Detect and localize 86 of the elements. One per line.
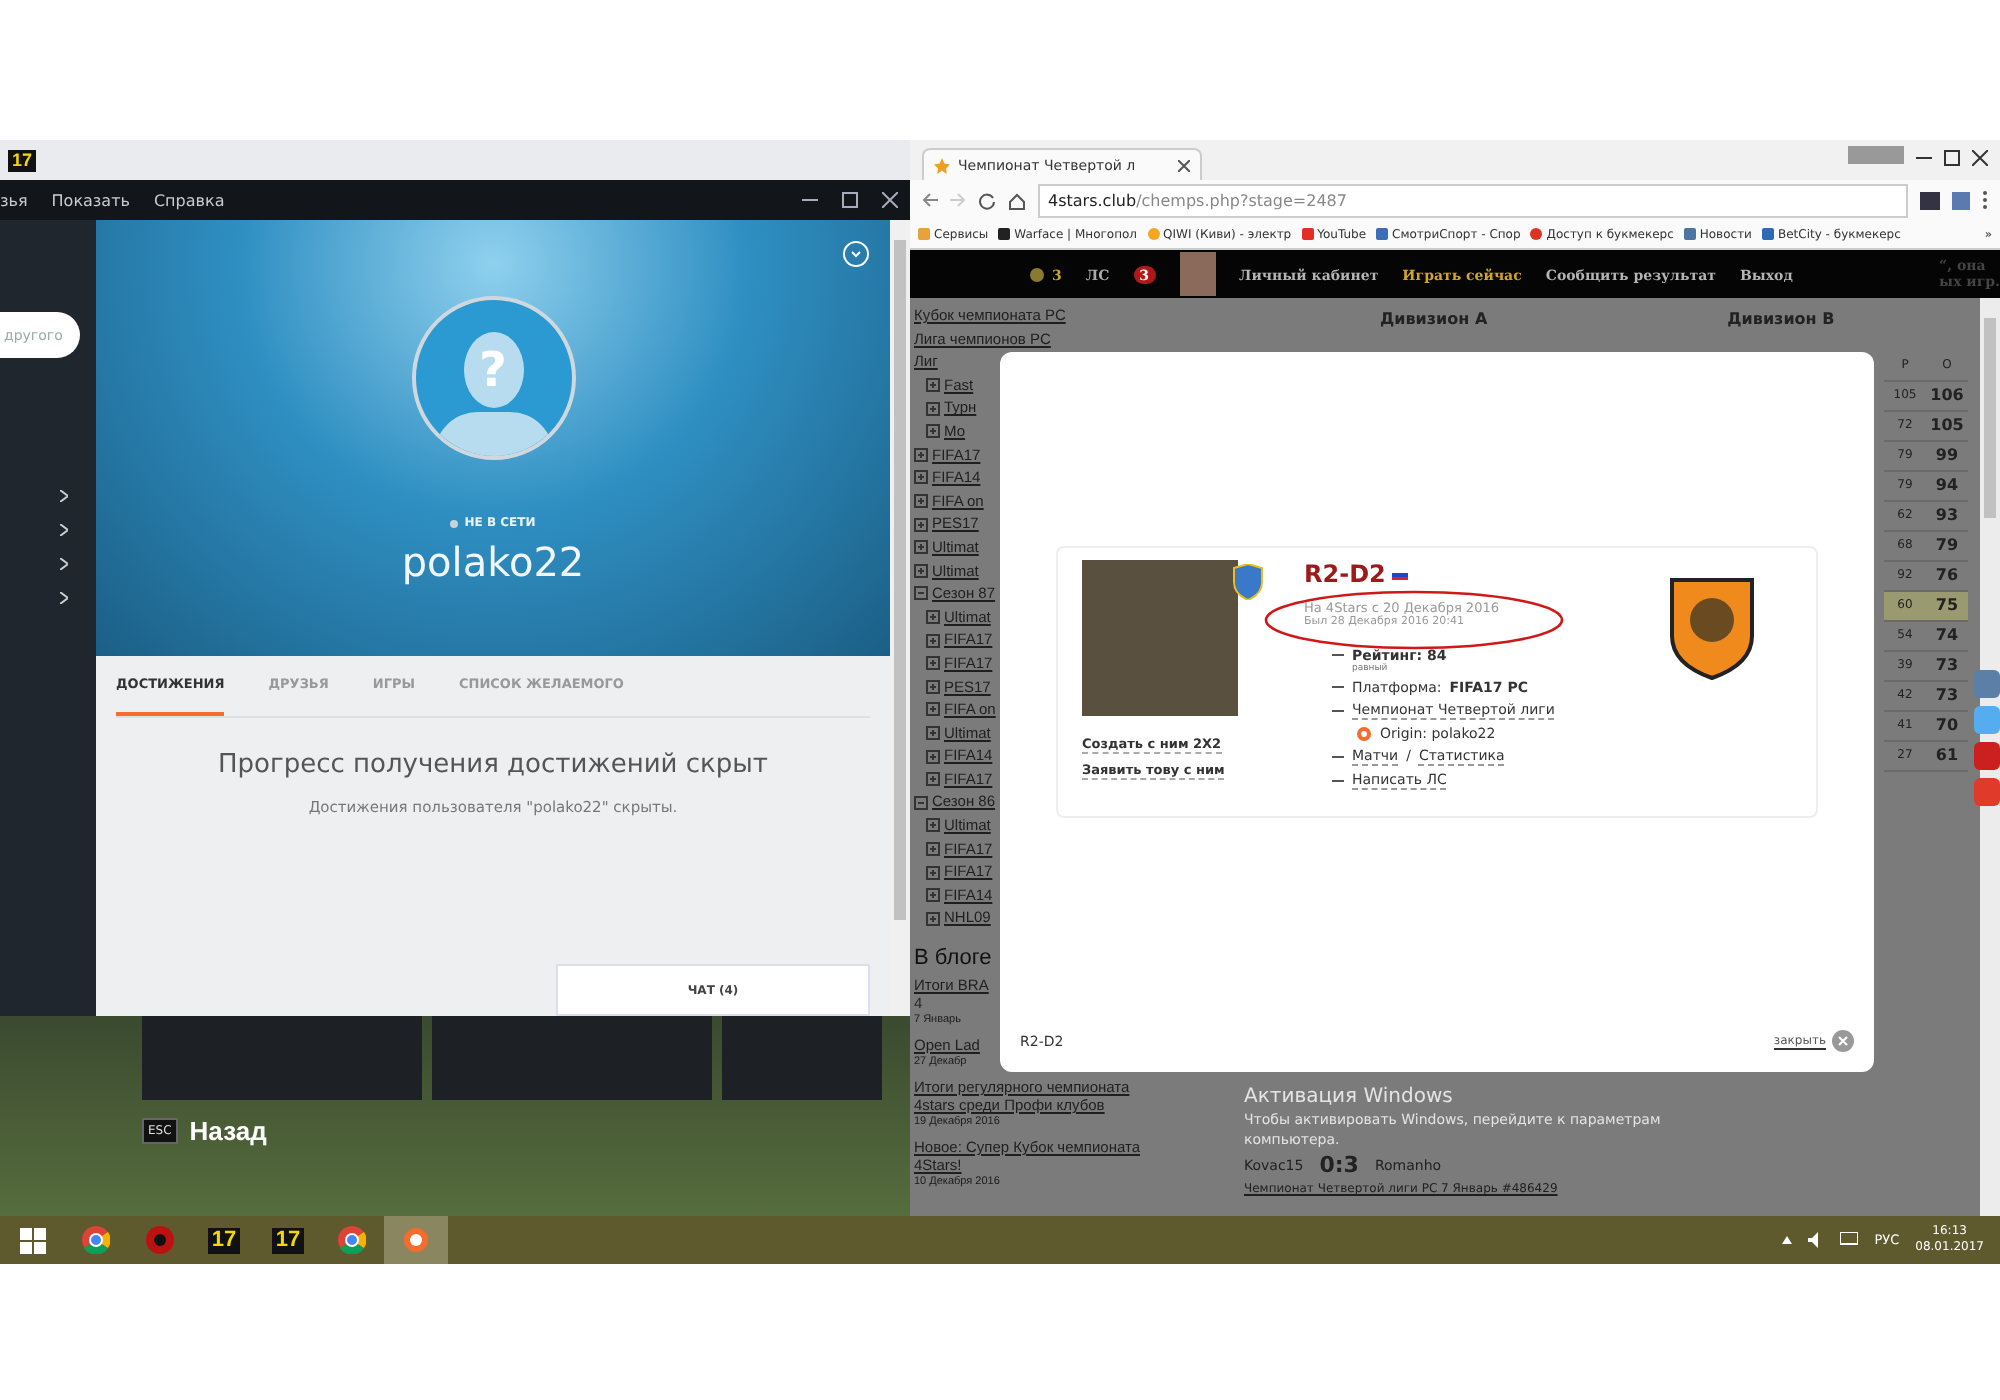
windows-logo-icon[interactable] [19, 1227, 45, 1253]
table-cell-text: 94 [1933, 474, 1961, 498]
game-icon[interactable]: 17 [271, 1227, 305, 1253]
table-cell-text: 99 [1933, 444, 1961, 468]
table-cell-text: 93 [1933, 504, 1961, 528]
expand-icon[interactable] [926, 888, 940, 903]
division-heading: Дивизион В [1727, 310, 1835, 328]
expand-icon[interactable] [926, 679, 940, 694]
username: polako22 [401, 538, 585, 586]
table-cell-text: 76 [1933, 564, 1961, 588]
expand-icon[interactable] [914, 494, 928, 509]
expand-icon[interactable] [914, 470, 928, 485]
coin-icon [1030, 267, 1044, 281]
menu-icon[interactable] [1982, 190, 1988, 210]
player-name: R2-D2 [1304, 560, 1386, 588]
star-icon [934, 157, 950, 173]
home-icon[interactable] [1008, 191, 1026, 209]
social-icon[interactable] [1974, 706, 2000, 734]
expand-icon[interactable] [926, 378, 940, 393]
maximize-icon[interactable] [842, 192, 858, 208]
expand-icon[interactable] [926, 633, 940, 648]
game-icon[interactable]: 17 [207, 1227, 241, 1253]
profile-chip [1848, 146, 1904, 164]
expand-icon[interactable] [914, 447, 928, 462]
table-cell-text: 70 [1933, 714, 1961, 738]
match-score: 0:3 [1319, 1152, 1359, 1178]
shield-icon [1232, 564, 1264, 600]
social-icon[interactable] [1974, 778, 2000, 806]
expand-icon[interactable] [914, 517, 928, 532]
activation-notice: Активация Windows [1244, 1086, 1453, 1108]
table-cell-text: 79 [1933, 534, 1961, 558]
expand-icon[interactable] [926, 841, 940, 856]
menu-item[interactable]: зья [0, 191, 28, 209]
expand-icon[interactable] [926, 818, 940, 833]
expand-icon[interactable] [926, 401, 940, 416]
collapse-icon[interactable] [914, 586, 928, 601]
table-cell-text: 75 [1933, 594, 1961, 618]
network-icon [1840, 1232, 1859, 1248]
caret-up-icon [1782, 1236, 1793, 1244]
address-field[interactable]: 4stars.club/chemps.php?stage=2487 [1038, 183, 1908, 217]
close-icon[interactable] [1972, 150, 1988, 166]
division-heading: Дивизион А [1380, 310, 1488, 328]
expand-icon[interactable] [926, 725, 940, 740]
table-cell-text: 61 [1933, 744, 1961, 768]
social-icon[interactable] [1974, 670, 2000, 698]
message-title: Прогресс получения достижений скрыт [216, 750, 770, 780]
expand-icon[interactable] [926, 772, 940, 787]
table-cell-text: 73 [1933, 684, 1961, 708]
back-arrow-icon[interactable] [922, 192, 938, 208]
table-cell-text: 105 [1928, 414, 1966, 438]
club-crest-icon [1668, 576, 1756, 680]
chevron-right-icon[interactable] [60, 523, 68, 535]
chevron-right-icon[interactable] [60, 557, 68, 569]
table-cell-text: 73 [1933, 654, 1961, 678]
expand-icon[interactable] [926, 749, 940, 764]
menu-item[interactable]: Показать [51, 191, 130, 209]
blog-heading: В блоге [914, 946, 992, 971]
expand-icon[interactable] [926, 610, 940, 625]
expand-icon[interactable] [926, 702, 940, 717]
origin-icon[interactable] [402, 1226, 430, 1254]
menu-item[interactable]: Справка [153, 191, 225, 209]
expand-icon[interactable] [926, 656, 940, 671]
avatar-placeholder [1179, 252, 1216, 296]
collapse-icon[interactable] [914, 795, 928, 810]
chevron-right-icon[interactable] [60, 489, 68, 501]
social-icon[interactable] [1974, 742, 2000, 770]
flag-icon [1391, 569, 1408, 579]
chevron-down-icon[interactable] [842, 240, 870, 268]
game-icon[interactable]: 17 [8, 149, 37, 171]
expand-icon[interactable] [926, 424, 940, 439]
close-icon[interactable] [882, 192, 898, 208]
avatar-question-mark: ? [463, 332, 523, 408]
maximize-icon[interactable] [1944, 150, 1960, 166]
chrome-icon[interactable] [82, 1226, 110, 1254]
chrome-icon[interactable] [338, 1226, 366, 1254]
table-cell-text: 106 [1928, 384, 1966, 408]
expand-icon[interactable] [914, 563, 928, 578]
expand-icon[interactable] [926, 911, 940, 926]
close-icon[interactable] [1178, 159, 1190, 171]
chevron-right-icon[interactable] [60, 591, 68, 603]
reload-icon[interactable] [978, 191, 996, 209]
table-cell-text: 74 [1933, 624, 1961, 648]
back-label: Назад [189, 1116, 267, 1146]
origin-icon [1356, 725, 1372, 742]
expand-icon[interactable] [926, 865, 940, 880]
expand-icon[interactable] [914, 540, 928, 555]
